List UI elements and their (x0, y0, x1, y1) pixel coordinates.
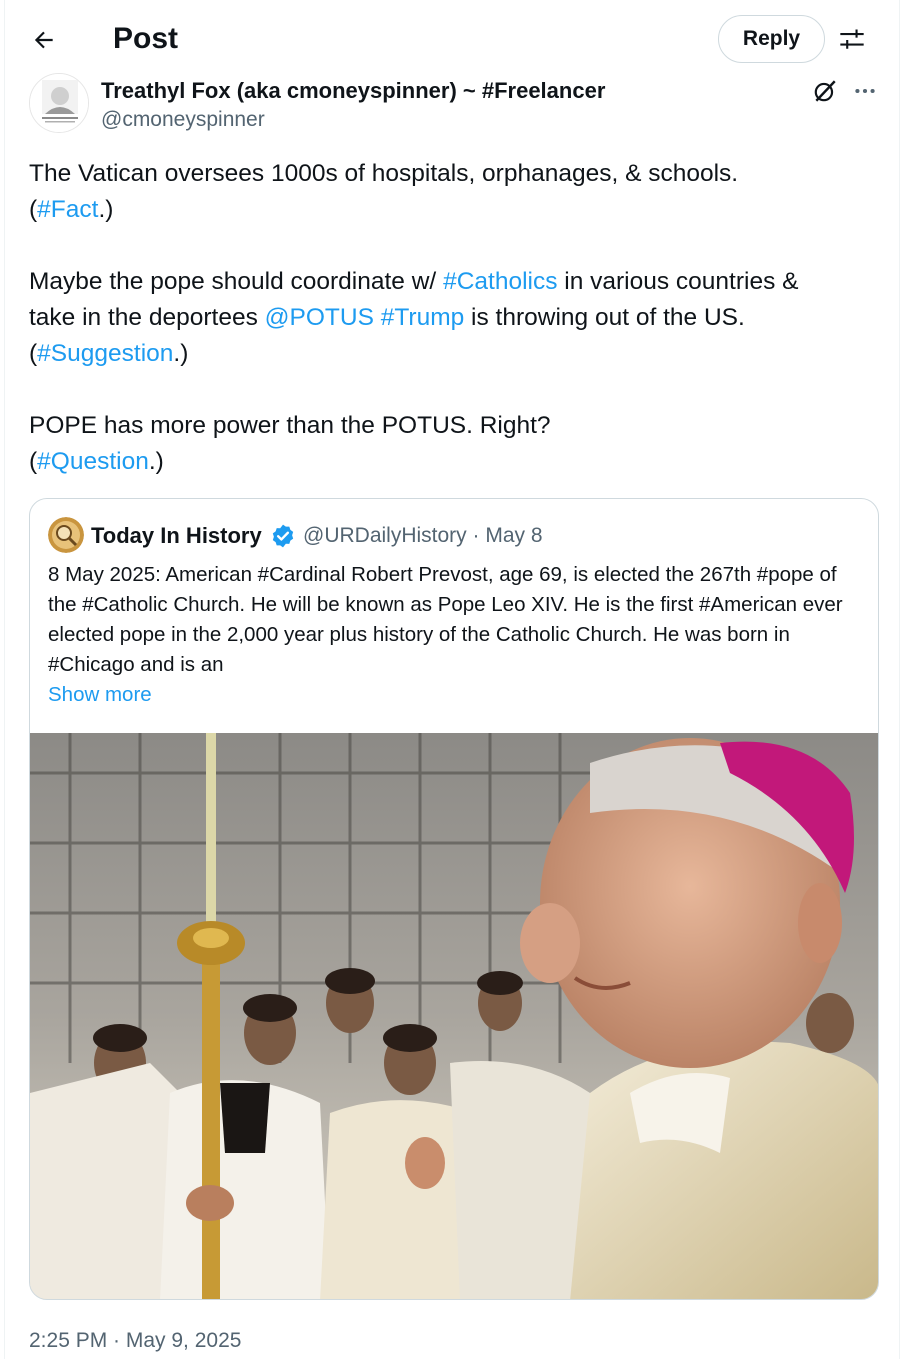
paren: ( (29, 196, 38, 223)
verified-badge-icon (272, 524, 294, 548)
quoted-post[interactable]: Today In History @URDailyHistory · May 8… (29, 498, 879, 1300)
mention-potus[interactable]: @POTUS (265, 304, 374, 331)
paren: ( (29, 340, 38, 367)
show-more-link[interactable]: Show more (48, 680, 152, 710)
hashtag-trump[interactable]: #Trump (381, 304, 465, 331)
post-line: The Vatican oversees 1000s of hospitals,… (29, 160, 739, 187)
post-line: take in the deportees (29, 304, 265, 331)
quote-text: 8 May 2025: American #Cardinal Robert Pr… (48, 563, 843, 676)
post-line: in various countries & (557, 268, 799, 295)
author-name[interactable]: Treathyl Fox (aka cmoneyspinner) ~ #Free… (101, 77, 605, 105)
post-line: is throwing out of the US. (464, 304, 745, 331)
grok-button[interactable] (808, 74, 842, 108)
author-handle[interactable]: @cmoneyspinner (101, 107, 265, 133)
page-header: Post Reply (0, 0, 904, 78)
more-dots-icon (855, 88, 875, 94)
quote-handle-date: @URDailyHistory · May 8 (303, 524, 543, 547)
hashtag-suggestion[interactable]: #Suggestion (37, 340, 173, 367)
sliders-icon (840, 29, 864, 49)
hashtag-question[interactable]: #Question (37, 448, 149, 475)
post-line: POPE has more power than the POTUS. Righ… (29, 412, 551, 439)
reply-button[interactable]: Reply (718, 15, 825, 63)
paren: ( (29, 448, 38, 475)
quote-photo[interactable] (30, 733, 878, 1299)
quote-author-name[interactable]: Today In History (91, 522, 262, 550)
bishop-ceremony-photo (30, 733, 878, 1299)
paren: .) (98, 196, 114, 223)
post-line: Maybe the pope should coordinate w/ (29, 268, 444, 295)
hashtag-catholics[interactable]: #Catholics (443, 268, 557, 295)
hashtag-fact[interactable]: #Fact (37, 196, 98, 223)
profile-photo-icon (30, 74, 88, 132)
post-text: The Vatican oversees 1000s of hospitals,… (29, 156, 879, 480)
post-timestamp[interactable]: 2:25 PM · May 9, 2025 (29, 1326, 241, 1356)
magnifier-scroll-icon (48, 517, 84, 553)
quote-avatar[interactable] (48, 517, 84, 553)
author-avatar[interactable] (29, 73, 89, 133)
arrow-left-icon (34, 31, 53, 49)
settings-button[interactable] (834, 20, 870, 60)
more-options-button[interactable] (848, 74, 882, 108)
paren: .) (173, 340, 189, 367)
back-button[interactable] (24, 20, 64, 60)
paren: .) (148, 448, 164, 475)
page-title: Post (113, 22, 179, 55)
grok-icon (814, 80, 836, 102)
